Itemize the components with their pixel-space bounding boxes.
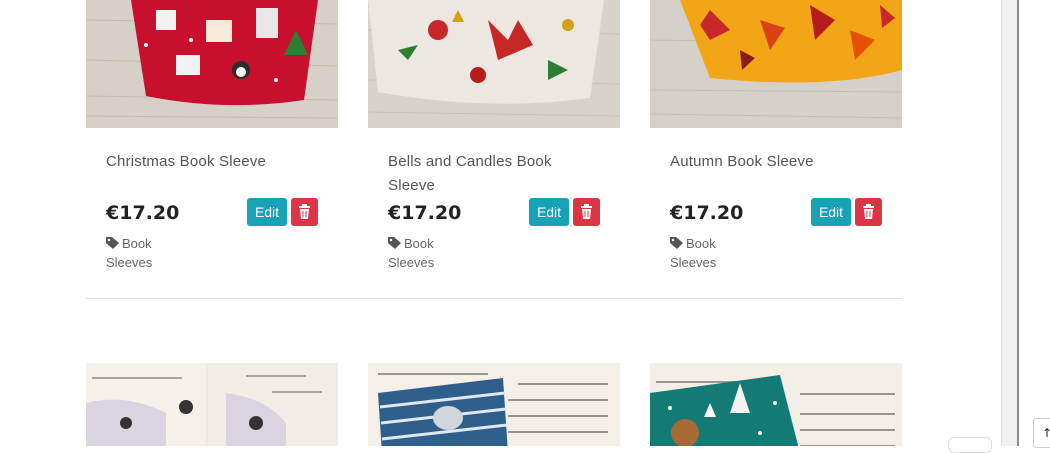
product-category[interactable]: Book Sleeves (670, 234, 750, 272)
product-category[interactable]: Book Sleeves (388, 234, 468, 272)
product-title[interactable]: Christmas Book Sleeve (106, 150, 318, 198)
delete-button[interactable] (855, 198, 882, 226)
trash-icon (299, 204, 310, 219)
product-image[interactable] (86, 0, 338, 128)
product-title[interactable]: Autumn Book Sleeve (670, 150, 882, 198)
trash-icon (581, 204, 592, 219)
product-title[interactable]: Bells and Candles Book Sleeve (388, 150, 600, 198)
row-divider (86, 298, 902, 299)
scrollbar-track[interactable] (1001, 0, 1018, 446)
delete-button[interactable] (291, 198, 318, 226)
edit-button[interactable]: Edit (529, 198, 569, 226)
product-price: €17.20 (670, 202, 744, 224)
trash-icon (863, 204, 874, 219)
product-category[interactable]: Book Sleeves (106, 234, 186, 272)
product-card: Christmas Book Sleeve €17.20 Edit Book S… (86, 0, 338, 272)
edit-button[interactable]: Edit (247, 198, 287, 226)
product-card: Bells and Candles Book Sleeve €17.20 Edi… (368, 0, 620, 272)
tag-icon (388, 237, 401, 249)
product-image[interactable] (86, 363, 338, 446)
tag-icon (106, 237, 119, 249)
product-card: Autumn Book Sleeve €17.20 Edit Book Slee… (650, 0, 902, 272)
product-price: €17.20 (388, 202, 462, 224)
product-image[interactable] (650, 0, 902, 128)
product-price: €17.20 (106, 202, 180, 224)
product-page: Christmas Book Sleeve €17.20 Edit Book S… (0, 0, 1001, 446)
product-image[interactable] (368, 363, 620, 446)
outer-background (1019, 0, 1050, 446)
product-image[interactable] (650, 363, 902, 446)
scroll-to-top-button[interactable]: ↑ (1033, 418, 1050, 448)
edit-button[interactable]: Edit (811, 198, 851, 226)
delete-button[interactable] (573, 198, 600, 226)
product-image[interactable] (368, 0, 620, 128)
floating-widget[interactable] (948, 437, 992, 453)
tag-icon (670, 237, 683, 249)
